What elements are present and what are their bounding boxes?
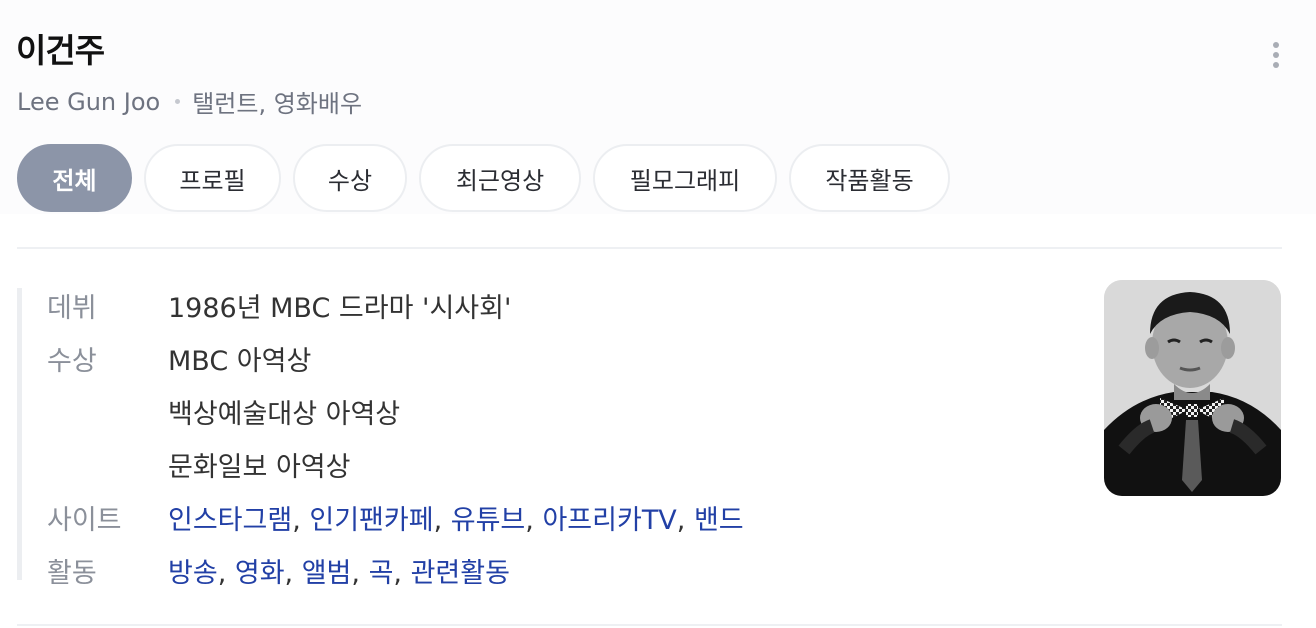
tab-recent-videos[interactable]: 최근영상 — [419, 144, 581, 212]
activity-list: 방송, 영화, 앨범, 곡, 관련활동 — [168, 551, 510, 590]
comma-separator: , — [284, 558, 302, 589]
tab-profile[interactable]: 프로필 — [144, 144, 281, 212]
info-accent-bar — [17, 288, 22, 580]
site-link-instagram[interactable]: 인스타그램 — [168, 505, 292, 536]
activity-link-movie[interactable]: 영화 — [235, 558, 285, 589]
divider-top — [17, 247, 1282, 249]
award-item: 문화일보 아역상 — [168, 452, 351, 483]
profile-header: 이건주 Lee Gun Joo 탤런트, 영화배우 전체 프로필 수상 최근영상… — [0, 0, 1316, 214]
site-link-fancafe[interactable]: 인기팬카페 — [309, 505, 433, 536]
activity-label: 활동 — [47, 558, 97, 589]
awards-label: 수상 — [47, 346, 97, 377]
person-subtitle: Lee Gun Joo 탤런트, 영화배우 — [17, 84, 362, 119]
comma-separator: , — [217, 558, 235, 589]
activity-link-related[interactable]: 관련활동 — [411, 558, 510, 589]
tab-filmography[interactable]: 필모그래피 — [593, 144, 777, 212]
site-link-band[interactable]: 밴드 — [694, 505, 744, 536]
site-link-afreecatv[interactable]: 아프리카TV — [542, 505, 676, 536]
sites-list: 인스타그램, 인기팬카페, 유튜브, 아프리카TV, 밴드 — [168, 498, 744, 537]
tab-awards[interactable]: 수상 — [293, 144, 407, 212]
more-vertical-icon-dot — [1273, 62, 1279, 68]
tab-all[interactable]: 전체 — [17, 144, 132, 212]
comma-separator: , — [433, 505, 451, 536]
award-item: MBC 아역상 — [168, 346, 312, 377]
dot-separator — [175, 99, 181, 104]
comma-separator: , — [393, 558, 411, 589]
divider-bottom — [17, 624, 1282, 626]
more-vertical-icon-dot — [1273, 52, 1279, 58]
comma-separator: , — [351, 558, 369, 589]
comma-separator: , — [525, 505, 543, 536]
activity-link-album[interactable]: 앨범 — [302, 558, 352, 589]
debut-value: 1986년 MBC 드라마 '시사회' — [168, 293, 512, 324]
more-vertical-icon — [1273, 42, 1279, 48]
site-link-youtube[interactable]: 유튜브 — [451, 505, 526, 536]
comma-separator: , — [676, 505, 694, 536]
person-portrait-icon — [1104, 280, 1281, 496]
occupation: 탤런트, 영화배우 — [192, 90, 363, 118]
english-name: Lee Gun Joo — [17, 87, 161, 116]
debut-label: 데뷔 — [47, 293, 97, 324]
comma-separator: , — [292, 505, 310, 536]
activity-link-song[interactable]: 곡 — [369, 558, 394, 589]
activity-link-broadcast[interactable]: 방송 — [168, 558, 218, 589]
tab-bar: 전체 프로필 수상 최근영상 필모그래피 작품활동 — [17, 144, 962, 212]
person-name: 이건주 — [16, 31, 105, 70]
profile-photo[interactable] — [1104, 280, 1281, 496]
more-options-button[interactable] — [1262, 38, 1290, 72]
tab-works[interactable]: 작품활동 — [789, 144, 950, 212]
sites-label: 사이트 — [47, 505, 122, 536]
award-item: 백상예술대상 아역상 — [168, 399, 401, 430]
